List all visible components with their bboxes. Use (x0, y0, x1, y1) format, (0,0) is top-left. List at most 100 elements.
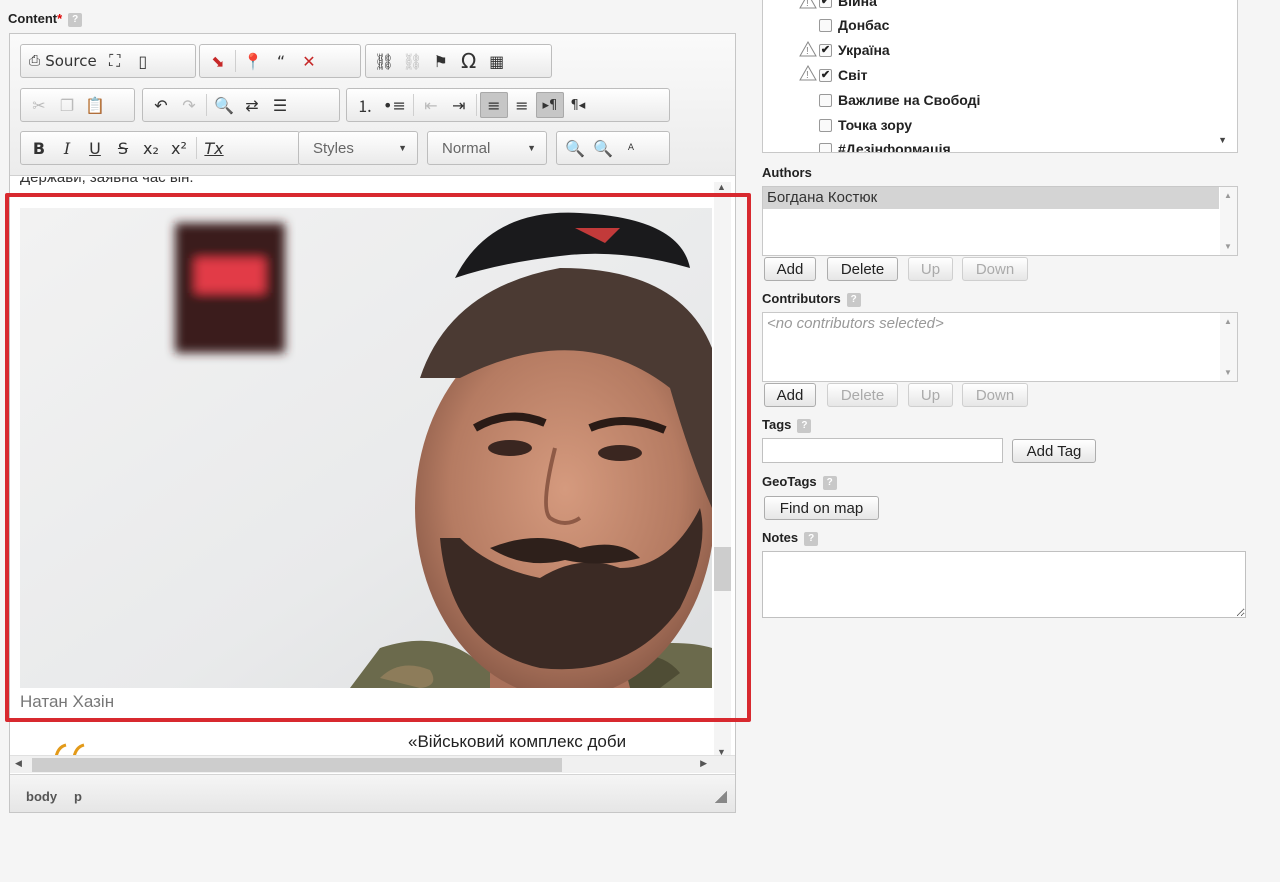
contributors-add-button[interactable]: Add (764, 383, 816, 407)
category-item-opinion[interactable]: Точка зору (819, 117, 912, 133)
strikethrough-icon[interactable]: S (109, 135, 137, 161)
undo-icon[interactable]: ↶ (147, 92, 175, 118)
checkbox[interactable]: ✔ (819, 0, 832, 8)
unlink-icon[interactable]: ⛓ (398, 48, 426, 74)
scroll-right-icon[interactable]: ▶ (700, 758, 707, 769)
align-right-icon[interactable]: ≡ (508, 92, 536, 118)
align-left-icon[interactable]: ≡ (479, 92, 508, 118)
blockquote-icon[interactable]: “ (267, 48, 295, 74)
separator (206, 94, 207, 116)
link-icon[interactable]: ⛓ (370, 48, 398, 74)
source-label: Source (45, 52, 97, 70)
checkbox[interactable] (819, 93, 832, 107)
subscript-icon[interactable]: x₂ (137, 135, 165, 161)
italic-icon[interactable]: I (53, 135, 81, 161)
checkbox[interactable] (819, 18, 832, 32)
warning-icon: ! (799, 0, 817, 9)
notes-label: Notes? (762, 530, 819, 546)
scroll-left-icon[interactable]: ◀ (15, 758, 22, 769)
find-on-map-button[interactable]: Find on map (764, 496, 879, 520)
redo-icon[interactable]: ↷ (175, 92, 203, 118)
bulleted-list-icon[interactable]: •≡ (379, 92, 410, 118)
toolbar-group-edit: ↶ ↷ 🔍 ⇄ ☰ (142, 88, 340, 122)
replace-icon[interactable]: ⇄ (238, 92, 266, 118)
table-icon[interactable]: ▦ (483, 48, 511, 74)
category-item-donbas[interactable]: Донбас (819, 17, 889, 33)
help-icon[interactable]: ? (846, 292, 861, 307)
show-blocks-icon[interactable]: ▯ (129, 48, 157, 74)
insert-media-icon[interactable]: ⬊ (204, 48, 232, 74)
source-button[interactable]: ⎙ Source (25, 48, 101, 74)
svg-text:!: ! (806, 70, 809, 81)
zoom-out-icon[interactable]: 🔍 (561, 135, 589, 161)
resize-handle-icon[interactable] (715, 791, 727, 803)
underline-icon[interactable]: U (81, 135, 109, 161)
superscript-icon[interactable]: x² (165, 135, 193, 161)
checkbox[interactable]: ✔ (819, 68, 832, 82)
author-item[interactable]: Богдана Костюк (763, 187, 1219, 209)
authors-list[interactable]: Богдана Костюк ▲ ▼ (762, 186, 1238, 256)
contributors-list[interactable]: <no contributors selected> ▲ ▼ (762, 312, 1238, 382)
styles-dropdown[interactable]: Styles ▼ (298, 131, 418, 165)
scroll-up-icon[interactable]: ▲ (1224, 317, 1232, 326)
authors-delete-button[interactable]: Delete (827, 257, 898, 281)
contributors-delete-button[interactable]: Delete (827, 383, 898, 407)
cut-icon[interactable]: ✂ (25, 92, 53, 118)
bold-icon[interactable]: B (25, 135, 53, 161)
scroll-up-icon[interactable]: ▲ (717, 182, 726, 192)
contributors-list-scrollbar[interactable]: ▲ ▼ (1220, 313, 1237, 381)
rtl-icon[interactable]: ¶◂ (564, 92, 592, 118)
toolbar-group-insert: ⬊ 📍 “ ✕ (199, 44, 361, 78)
format-dropdown[interactable]: Normal ▼ (427, 131, 547, 165)
authors-label: Authors (762, 165, 812, 180)
numbered-list-icon[interactable]: ⒈ (351, 92, 379, 118)
special-char-icon[interactable]: Ω (455, 48, 483, 74)
checkbox[interactable]: ✔ (819, 43, 832, 57)
content-label: Content*? (8, 11, 83, 27)
select-all-icon[interactable]: ☰ (266, 92, 294, 118)
content-label-text: Content (8, 11, 58, 26)
tag-input[interactable] (762, 438, 1003, 463)
add-tag-button[interactable]: Add Tag (1012, 439, 1096, 463)
notes-textarea[interactable] (762, 551, 1246, 618)
scroll-down-icon[interactable]: ▼ (1218, 135, 1227, 145)
scroll-up-icon[interactable]: ▲ (1224, 191, 1232, 200)
map-pin-icon[interactable]: 📍 (239, 48, 267, 74)
copy-icon[interactable]: ❐ (53, 92, 81, 118)
help-icon[interactable]: ? (68, 12, 83, 27)
ltr-icon[interactable]: ▸¶ (535, 92, 564, 118)
category-item-world[interactable]: ✔ Світ (819, 67, 867, 83)
help-icon[interactable]: ? (797, 418, 812, 433)
zoom-reset-icon[interactable]: A (617, 135, 645, 161)
path-element-p[interactable]: p (74, 789, 82, 804)
help-icon[interactable]: ? (822, 475, 837, 490)
anchor-flag-icon[interactable]: ⚑ (427, 48, 455, 74)
path-element-body[interactable]: body (26, 789, 57, 804)
scroll-down-icon[interactable]: ▼ (1224, 242, 1232, 251)
authors-add-button[interactable]: Add (764, 257, 816, 281)
category-item-ukraine[interactable]: ✔ Україна (819, 42, 890, 58)
toolbar-group-basic-styles: B I U S x₂ x² Tx (20, 131, 300, 165)
checkbox[interactable] (819, 142, 832, 152)
contributors-down-button[interactable]: Down (962, 383, 1028, 407)
remove-format-icon[interactable]: Tx (200, 135, 228, 161)
category-item-war[interactable]: ✔ Війна (819, 0, 877, 9)
authors-down-button[interactable]: Down (962, 257, 1028, 281)
maximize-icon[interactable]: ⛶ (101, 48, 129, 74)
remove-embed-icon[interactable]: ✕ (295, 48, 323, 74)
help-icon[interactable]: ? (804, 531, 819, 546)
paste-icon[interactable]: 📋 (81, 92, 109, 118)
scroll-down-icon[interactable]: ▼ (1224, 368, 1232, 377)
authors-up-button[interactable]: Up (908, 257, 953, 281)
find-icon[interactable]: 🔍 (210, 92, 238, 118)
chevron-down-icon: ▼ (527, 143, 536, 153)
zoom-in-icon[interactable]: 🔍 (589, 135, 617, 161)
category-item-important[interactable]: Важливе на Свободі (819, 92, 980, 108)
checkbox[interactable] (819, 118, 832, 132)
category-item-disinfo[interactable]: #Дезінформація (819, 141, 951, 152)
outdent-icon[interactable]: ⇤ (417, 92, 445, 118)
indent-icon[interactable]: ⇥ (445, 92, 473, 118)
contributors-up-button[interactable]: Up (908, 383, 953, 407)
editor-horizontal-scroll-thumb[interactable] (32, 758, 562, 772)
authors-list-scrollbar[interactable]: ▲ ▼ (1220, 187, 1237, 255)
